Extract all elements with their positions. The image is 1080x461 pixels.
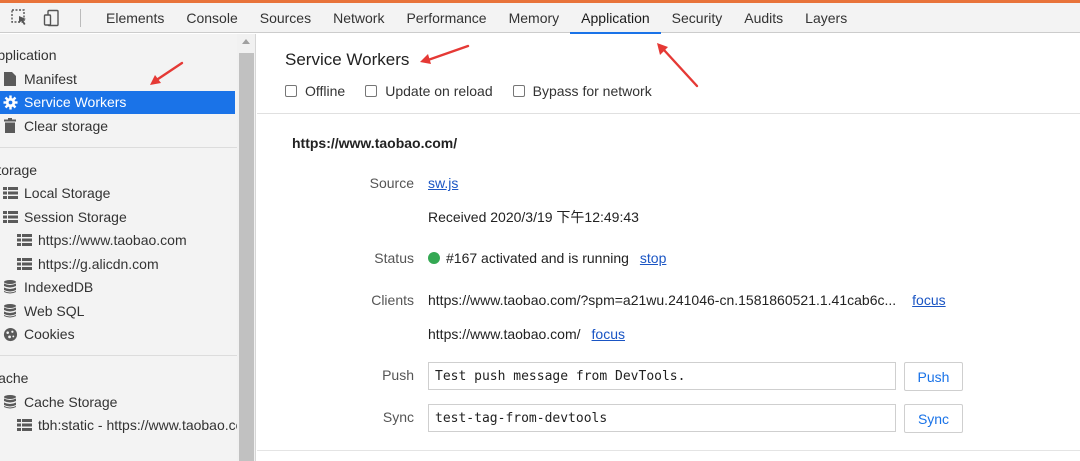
sidebar-item-session-storage[interactable]: Session Storage <box>0 205 237 229</box>
sync-tag-input[interactable]: test-tag-from-devtools <box>428 404 896 432</box>
sidebar-item-cookies[interactable]: Cookies <box>0 323 237 347</box>
status-value: #167 activated and is running stop <box>428 250 666 266</box>
device-toolbar-icon[interactable] <box>40 6 64 30</box>
tab-security[interactable]: Security <box>661 3 734 33</box>
received-timestamp: Received 2020/3/19 下午12:49:43 <box>428 209 639 225</box>
sidebar-section-storage: Storage <box>0 161 38 178</box>
sw-options: Offline Update on reload Bypass for netw… <box>285 83 1080 99</box>
offline-label: Offline <box>305 83 346 99</box>
grid-icon <box>16 256 32 272</box>
section-divider <box>257 450 1080 451</box>
sidebar-item-label: Session Storage <box>24 208 127 225</box>
sidebar-item-web-sql[interactable]: Web SQL <box>0 299 237 323</box>
running-status-dot-icon <box>428 252 440 264</box>
update-on-reload-label: Update on reload <box>385 83 493 99</box>
sidebar-section-cache: Cache <box>0 370 29 386</box>
push-button[interactable]: Push <box>904 362 963 391</box>
database-icon <box>2 279 18 295</box>
focus-link[interactable]: focus <box>912 292 945 308</box>
sidebar-item-label: Clear storage <box>24 117 109 134</box>
sidebar-divider <box>0 355 237 356</box>
push-label: Push <box>382 367 414 383</box>
source-value: sw.js <box>428 175 458 191</box>
client-row-1: https://www.taobao.com/?spm=a21wu.241046… <box>428 292 946 308</box>
sidebar-item-label: Service Workers <box>24 94 127 111</box>
source-link[interactable]: sw.js <box>428 175 458 191</box>
grid-icon <box>2 209 18 225</box>
sidebar-item-label: Web SQL <box>24 302 85 319</box>
toolbar-separator <box>80 8 81 27</box>
sidebar-item-label: IndexedDB <box>24 279 94 296</box>
database-icon <box>2 303 18 319</box>
sidebar-item-clear-storage[interactable]: Clear storage <box>0 114 237 138</box>
tab-memory[interactable]: Memory <box>498 3 571 33</box>
tab-sources[interactable]: Sources <box>249 3 322 33</box>
sidebar-divider <box>0 146 237 148</box>
tab-elements[interactable]: Elements <box>95 3 175 33</box>
sidebar-item-label: https://www.taobao.com <box>38 232 187 249</box>
grid-icon <box>16 232 32 248</box>
grid-icon <box>2 185 18 201</box>
sidebar-item-cache-storage[interactable]: Cache Storage <box>0 390 237 414</box>
client-row-2: https://www.taobao.com/ focus <box>428 326 625 342</box>
sidebar-item-label: Local Storage <box>24 185 111 202</box>
sidebar-item-session-taobao[interactable]: https://www.taobao.com <box>0 229 237 253</box>
sync-label: Sync <box>382 409 414 425</box>
tab-audits[interactable]: Audits <box>733 3 794 33</box>
scroll-up-arrow-icon[interactable] <box>242 39 250 44</box>
service-workers-panel: Service Workers Offline Update on reload… <box>257 34 1080 461</box>
sidebar-item-session-alicdn[interactable]: https://g.alicdn.com <box>0 252 237 276</box>
source-label: Source <box>369 175 414 191</box>
gear-icon <box>2 94 18 110</box>
sidebar-item-label: https://g.alicdn.com <box>38 255 159 272</box>
application-sidebar: Application Manifest Service Workers Cle… <box>0 34 237 461</box>
tab-network[interactable]: Network <box>322 3 395 33</box>
tab-performance[interactable]: Performance <box>395 3 497 33</box>
status-text: #167 activated and is running <box>446 250 629 266</box>
sw-origin: https://www.taobao.com/ <box>292 135 458 151</box>
sidebar-item-indexeddb[interactable]: IndexedDB <box>0 276 237 300</box>
file-icon <box>2 71 18 87</box>
focus-link[interactable]: focus <box>592 326 625 342</box>
database-icon <box>2 394 18 410</box>
sidebar-item-label: Cookies <box>24 326 75 343</box>
bypass-for-network-checkbox[interactable] <box>512 85 525 97</box>
update-on-reload-checkbox[interactable] <box>365 85 378 97</box>
bypass-for-network-option[interactable]: Bypass for network <box>512 83 652 99</box>
cookie-icon <box>2 326 18 342</box>
inspect-element-icon[interactable] <box>8 6 32 30</box>
tab-layers[interactable]: Layers <box>794 3 858 33</box>
sync-button[interactable]: Sync <box>904 404 963 433</box>
scrollbar-thumb[interactable] <box>239 53 254 461</box>
sidebar-item-label: tbh:static - https://www.taobao.com <box>38 417 237 434</box>
page-title: Service Workers <box>285 50 410 69</box>
devtools-toolbar: Elements Console Sources Network Perform… <box>0 3 1080 34</box>
tab-console[interactable]: Console <box>175 3 248 33</box>
sidebar-item-service-workers[interactable]: Service Workers <box>0 90 235 114</box>
sidebar-item-local-storage[interactable]: Local Storage <box>0 182 237 206</box>
clients-label: Clients <box>371 292 414 308</box>
sidebar-item-manifest[interactable]: Manifest <box>0 67 237 91</box>
sidebar-section-application: Application <box>0 47 57 63</box>
sidebar-item-cache-tbh-static[interactable]: tbh:static - https://www.taobao.com <box>0 414 237 438</box>
bypass-for-network-label: Bypass for network <box>532 83 652 99</box>
client-url: https://www.taobao.com/?spm=a21wu.241046… <box>428 292 897 308</box>
sidebar-scrollbar[interactable] <box>237 34 256 461</box>
offline-checkbox[interactable] <box>285 85 297 97</box>
grid-icon <box>16 417 32 433</box>
offline-option[interactable]: Offline <box>285 83 345 99</box>
update-on-reload-option[interactable]: Update on reload <box>365 83 493 99</box>
sidebar-item-label: Cache Storage <box>24 393 118 410</box>
service-workers-header: Service Workers Offline Update on reload… <box>257 34 1080 114</box>
trash-icon <box>2 118 18 134</box>
client-url: https://www.taobao.com/ <box>428 326 581 342</box>
sidebar-item-label: Manifest <box>24 70 77 87</box>
stop-link[interactable]: stop <box>640 250 666 266</box>
push-message-input[interactable]: Test push message from DevTools. <box>428 362 896 390</box>
panel-tabs: Elements Console Sources Network Perform… <box>95 3 858 34</box>
tab-application[interactable]: Application <box>570 3 661 34</box>
status-label: Status <box>374 250 414 266</box>
